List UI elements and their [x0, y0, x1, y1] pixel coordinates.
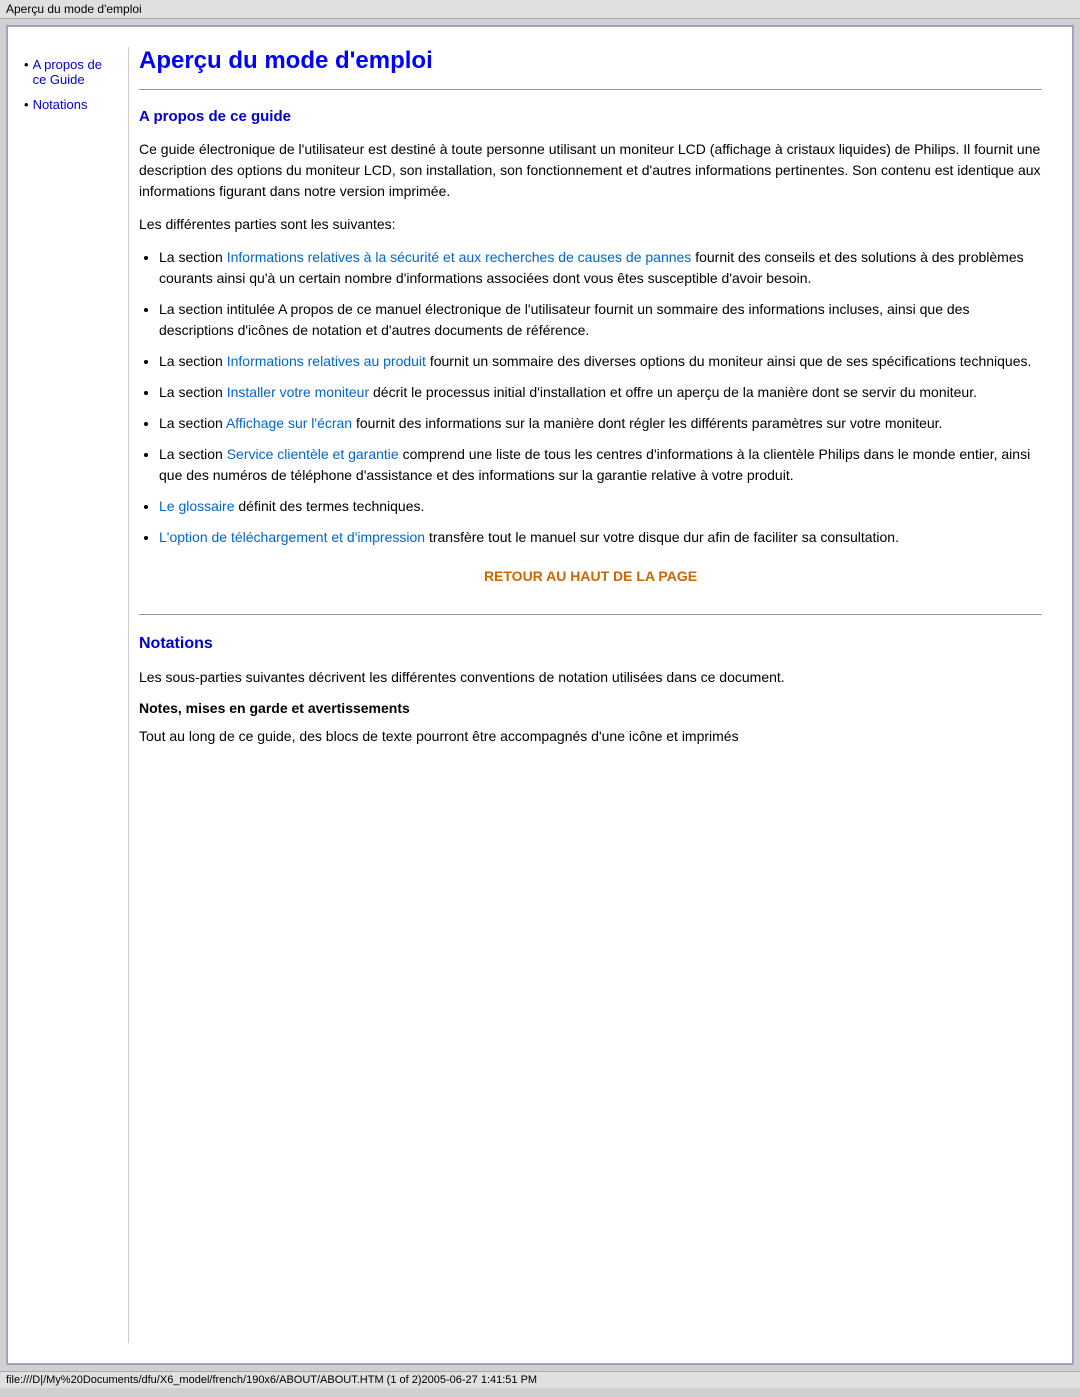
retour-link-container[interactable]: RETOUR AU HAUT DE LA PAGE	[139, 568, 1042, 584]
sidebar-item-apropos[interactable]: • A propos de ce Guide	[24, 57, 118, 91]
link-glossaire[interactable]: Le glossaire	[159, 498, 235, 514]
sidebar-link-notations[interactable]: Notations	[33, 97, 88, 112]
retour-link[interactable]: RETOUR AU HAUT DE LA PAGE	[484, 568, 697, 584]
outer-frame: • A propos de ce Guide • Notations Aperç…	[6, 25, 1074, 1365]
sidebar: • A propos de ce Guide • Notations	[8, 47, 128, 1343]
notes-sub-title: Notes, mises en garde et avertissements	[139, 700, 1042, 716]
link-service[interactable]: Service clientèle et garantie	[227, 446, 399, 462]
list-item: La section Informations relatives au pro…	[159, 351, 1042, 372]
section-apropos: A propos de ce guide Ce guide électroniq…	[139, 108, 1042, 584]
list-item: Le glossaire définit des termes techniqu…	[159, 496, 1042, 517]
list-item: L'option de téléchargement et d'impressi…	[159, 527, 1042, 548]
list-item: La section intitulée A propos de ce manu…	[159, 299, 1042, 341]
content-area: • A propos de ce Guide • Notations Aperç…	[8, 27, 1072, 1363]
window-title-bar: Aperçu du mode d'emploi	[0, 0, 1080, 19]
title-divider	[139, 89, 1042, 90]
link-telechargement[interactable]: L'option de téléchargement et d'impressi…	[159, 529, 425, 545]
bullet-icon: •	[24, 97, 29, 112]
bullet-icon: •	[24, 57, 29, 72]
sidebar-link-apropos[interactable]: A propos de ce Guide	[33, 57, 118, 87]
window-title: Aperçu du mode d'emploi	[6, 2, 142, 16]
list-item: La section Service clientèle et garantie…	[159, 444, 1042, 486]
status-bar: file:///D|/My%20Documents/dfu/X6_model/f…	[0, 1371, 1080, 1388]
section-divider	[139, 614, 1042, 615]
main-content: Aperçu du mode d'emploi A propos de ce g…	[128, 47, 1072, 1343]
page-title: Aperçu du mode d'emploi	[139, 47, 1042, 75]
section1-title: A propos de ce guide	[139, 108, 1042, 125]
notations-title: Notations	[139, 635, 1042, 653]
list-item: La section Installer votre moniteur décr…	[159, 382, 1042, 403]
section-notations: Notations Les sous-parties suivantes déc…	[139, 635, 1042, 747]
link-securite[interactable]: Informations relatives à la sécurité et …	[227, 249, 692, 265]
section1-list: La section Informations relatives à la s…	[159, 247, 1042, 548]
link-produit[interactable]: Informations relatives au produit	[227, 353, 426, 369]
notations-paragraph1: Les sous-parties suivantes décrivent les…	[139, 667, 1042, 688]
list-item: La section Informations relatives à la s…	[159, 247, 1042, 289]
link-affichage[interactable]: Affichage sur l'écran	[226, 415, 352, 431]
notations-paragraph2: Tout au long de ce guide, des blocs de t…	[139, 726, 1042, 747]
list-item: La section Affichage sur l'écran fournit…	[159, 413, 1042, 434]
section1-paragraph2: Les différentes parties sont les suivant…	[139, 214, 1042, 235]
sidebar-item-notations[interactable]: • Notations	[24, 97, 118, 116]
status-bar-text: file:///D|/My%20Documents/dfu/X6_model/f…	[6, 1374, 537, 1386]
section1-paragraph1: Ce guide électronique de l'utilisateur e…	[139, 139, 1042, 202]
link-installer[interactable]: Installer votre moniteur	[227, 384, 369, 400]
